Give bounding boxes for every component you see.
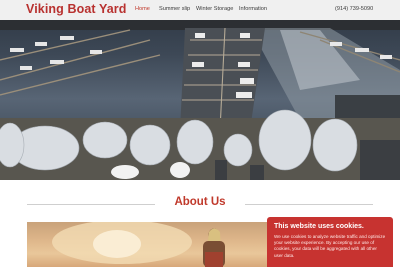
divider-right bbox=[245, 204, 373, 205]
cookie-text: We use cookies to analyze website traffi… bbox=[274, 234, 386, 258]
hero-image bbox=[0, 0, 400, 180]
phone-number[interactable]: (914) 739-5090 bbox=[335, 6, 373, 12]
nav-link-home[interactable]: Home bbox=[135, 6, 150, 12]
marina-photo bbox=[0, 0, 400, 180]
site-logo[interactable]: Viking Boat Yard bbox=[26, 2, 126, 16]
nav-link-summer-slip[interactable]: Summer slip bbox=[159, 6, 190, 12]
top-nav-bar: Viking Boat Yard Home Summer slip Winter… bbox=[0, 0, 400, 20]
cookie-title: This website uses cookies. bbox=[274, 223, 364, 230]
section-title-about: About Us bbox=[174, 196, 226, 208]
cookie-banner[interactable]: This website uses cookies. We use cookie… bbox=[267, 217, 393, 267]
nav-link-winter-storage[interactable]: Winter Storage bbox=[196, 6, 233, 12]
divider-left bbox=[27, 204, 155, 205]
nav-link-information[interactable]: Information bbox=[239, 6, 267, 12]
